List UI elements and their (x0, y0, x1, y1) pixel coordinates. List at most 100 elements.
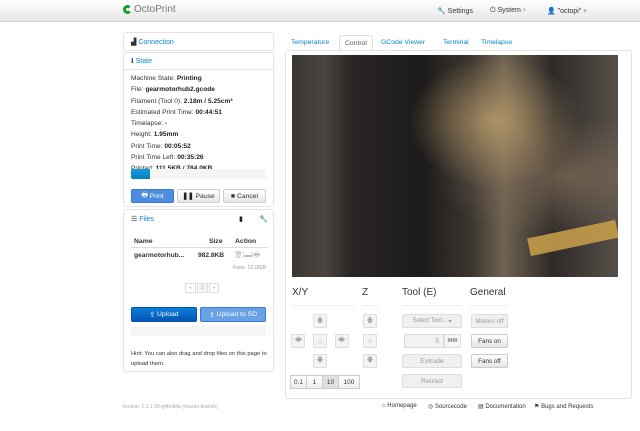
folder-icon[interactable]: ▬ (245, 252, 252, 259)
fans-on-button[interactable]: Fans on (471, 334, 508, 348)
state-line: File: gearmotorhub2.gcode (131, 86, 266, 93)
upload-button[interactable]: ⇪ Upload (131, 307, 197, 322)
state-value: 00:44:51 (195, 108, 222, 116)
footer-bugs-link[interactable]: ⚑ Bugs and Requests (534, 403, 593, 410)
x-minus-arrow-icon[interactable]: 🡄 (291, 334, 305, 348)
tab-timelapse[interactable]: Timelapse (476, 35, 517, 51)
file-name[interactable]: gearmotorhub... (134, 252, 184, 259)
step-100-button[interactable]: 100 (338, 375, 360, 389)
state-label: Timelapse: (131, 120, 164, 128)
sourcecode-label: Sourcecode (434, 404, 467, 410)
select-tool-label: Select Tool... (412, 318, 447, 324)
info-icon: ℹ (131, 58, 134, 65)
select-tool-dropdown[interactable]: Select Tool... ▾ (402, 314, 462, 328)
next-page[interactable]: » (208, 283, 220, 293)
y-plus-arrow-icon[interactable]: 🡅 (313, 314, 327, 328)
extrude-amount-input[interactable]: 5 (404, 334, 444, 348)
brand-name: OctoPrint (134, 4, 176, 15)
book-icon: ▤ (478, 404, 484, 410)
state-title: State (135, 58, 152, 65)
signal-icon: ▟ (131, 39, 137, 46)
navbar: OctoPrint 🔧 Settings ⏻ System ▾ 👤 "octop… (0, 0, 640, 22)
connection-header[interactable]: ▟ Connection (124, 33, 273, 51)
version-text: Version: 1.1.1-30-g4fedefa (master branc… (122, 404, 218, 410)
tab-terminal[interactable]: Terminal (438, 35, 474, 51)
state-line: Timelapse: - (131, 120, 266, 127)
new-file-icon[interactable]: ▮ (239, 215, 243, 223)
footer-documentation-link[interactable]: ▤ Documentation (478, 403, 526, 410)
fans-off-label: Fans off (478, 357, 501, 365)
state-value: 2.18m / 5.25cm³ (183, 97, 233, 105)
print-icon[interactable]: 🖶 (254, 252, 261, 259)
state-line: Estimated Print Time: 00:44:51 (131, 109, 266, 116)
print-button[interactable]: 🖶 Print (131, 189, 174, 203)
state-label: Height: (131, 131, 152, 139)
connection-panel[interactable]: ▟ Connection (123, 32, 274, 51)
extrude-label: Extrude (420, 357, 444, 365)
fans-on-label: Fans on (478, 337, 501, 345)
state-line: Filament (Tool 0): 2.18m / 5.25cm³ (131, 98, 266, 105)
state-line: Height: 1.95mm (131, 131, 266, 138)
files-panel: ☰ Files ▮ 🔧 Name Size Action gearmotorhub… (123, 209, 274, 372)
state-value: - (164, 120, 168, 128)
prev-page[interactable]: « (185, 283, 196, 293)
state-panel: ℹ State Machine State: Printing File: gea… (123, 52, 274, 207)
home-icon: ⌂ (382, 403, 386, 409)
state-value: Printing (176, 75, 202, 82)
homepage-label: Homepage (387, 403, 417, 409)
page-number[interactable]: 1 (196, 283, 208, 293)
state-label: File: (131, 86, 144, 94)
footer-homepage-link[interactable]: ⌂ Homepage (382, 403, 417, 409)
flag-icon: ⚑ (534, 404, 540, 410)
xy-heading: X/Y (292, 287, 309, 298)
col-size: Size (209, 238, 223, 245)
motors-off-button[interactable]: Motors off (471, 314, 508, 328)
extrude-button[interactable]: Extrude (402, 354, 462, 368)
tab-control[interactable]: Control (339, 35, 373, 51)
state-value: 1.95mm (153, 131, 179, 139)
progress-fill (131, 169, 150, 179)
documentation-label: Documentation (485, 404, 526, 410)
free-space: Free: 12.0GB (232, 265, 266, 271)
col-action: Action (235, 238, 257, 245)
user-menu[interactable]: 👤 "octopi" ▾ (547, 7, 587, 15)
system-label: System (497, 7, 521, 14)
github-icon: ◎ (428, 404, 434, 410)
print-label: Print (149, 192, 164, 200)
state-header[interactable]: ℹ State (124, 53, 273, 70)
step-0.1-button[interactable]: 0.1 (290, 375, 307, 389)
retract-button[interactable]: Retract (402, 374, 462, 388)
footer-sourcecode-link[interactable]: ◎ Sourcecode (428, 403, 467, 410)
settings-menu[interactable]: 🔧 Settings (437, 7, 473, 15)
pause-button[interactable]: ❚❚ Pause (177, 189, 220, 203)
state-value: 00:05:52 (164, 142, 191, 150)
cancel-label: Cancel (236, 192, 259, 200)
y-minus-arrow-icon[interactable]: 🡇 (313, 354, 327, 368)
cancel-button[interactable]: ■ Cancel (223, 189, 266, 203)
state-label: Print Time Left: (131, 154, 176, 162)
upload-sd-button[interactable]: ⇪ Upload to SD (200, 307, 266, 322)
z-plus-arrow-icon[interactable]: 🡅 (363, 314, 377, 328)
step-10-button[interactable]: 10 (322, 375, 339, 389)
file-size: 982.8KB (198, 252, 225, 259)
wrench-icon[interactable]: 🔧 (259, 215, 268, 223)
state-lines: Machine State: Printing File: gearmotorhu… (124, 70, 273, 172)
state-line: Print Time Left: 00:35:26 (131, 154, 266, 161)
tab-temperature[interactable]: Temperature (286, 35, 334, 51)
step-1-button[interactable]: 1 (306, 375, 323, 389)
files-header[interactable]: ☰ Files ▮ 🔧 (124, 210, 273, 228)
octoprint-logo-icon (123, 5, 132, 14)
files-hint: Hint: You can also drag and drop files o… (131, 351, 267, 367)
state-value: 00:35:26 (177, 154, 204, 162)
brand[interactable]: OctoPrint (123, 4, 176, 15)
z-heading: Z (362, 287, 369, 298)
system-menu[interactable]: ⏻ System ▾ (490, 7, 526, 15)
fans-off-button[interactable]: Fans off (471, 354, 508, 368)
x-plus-arrow-icon[interactable]: 🡆 (335, 334, 349, 348)
z-minus-arrow-icon[interactable]: 🡇 (363, 354, 377, 368)
xy-home-icon[interactable]: ⌂ (313, 334, 327, 348)
tab-gcode-viewer[interactable]: GCode Viewer (376, 35, 430, 51)
z-home-icon[interactable]: ⌂ (363, 334, 377, 348)
trash-icon[interactable]: 🗑 (234, 252, 243, 259)
col-name: Name (134, 238, 153, 245)
